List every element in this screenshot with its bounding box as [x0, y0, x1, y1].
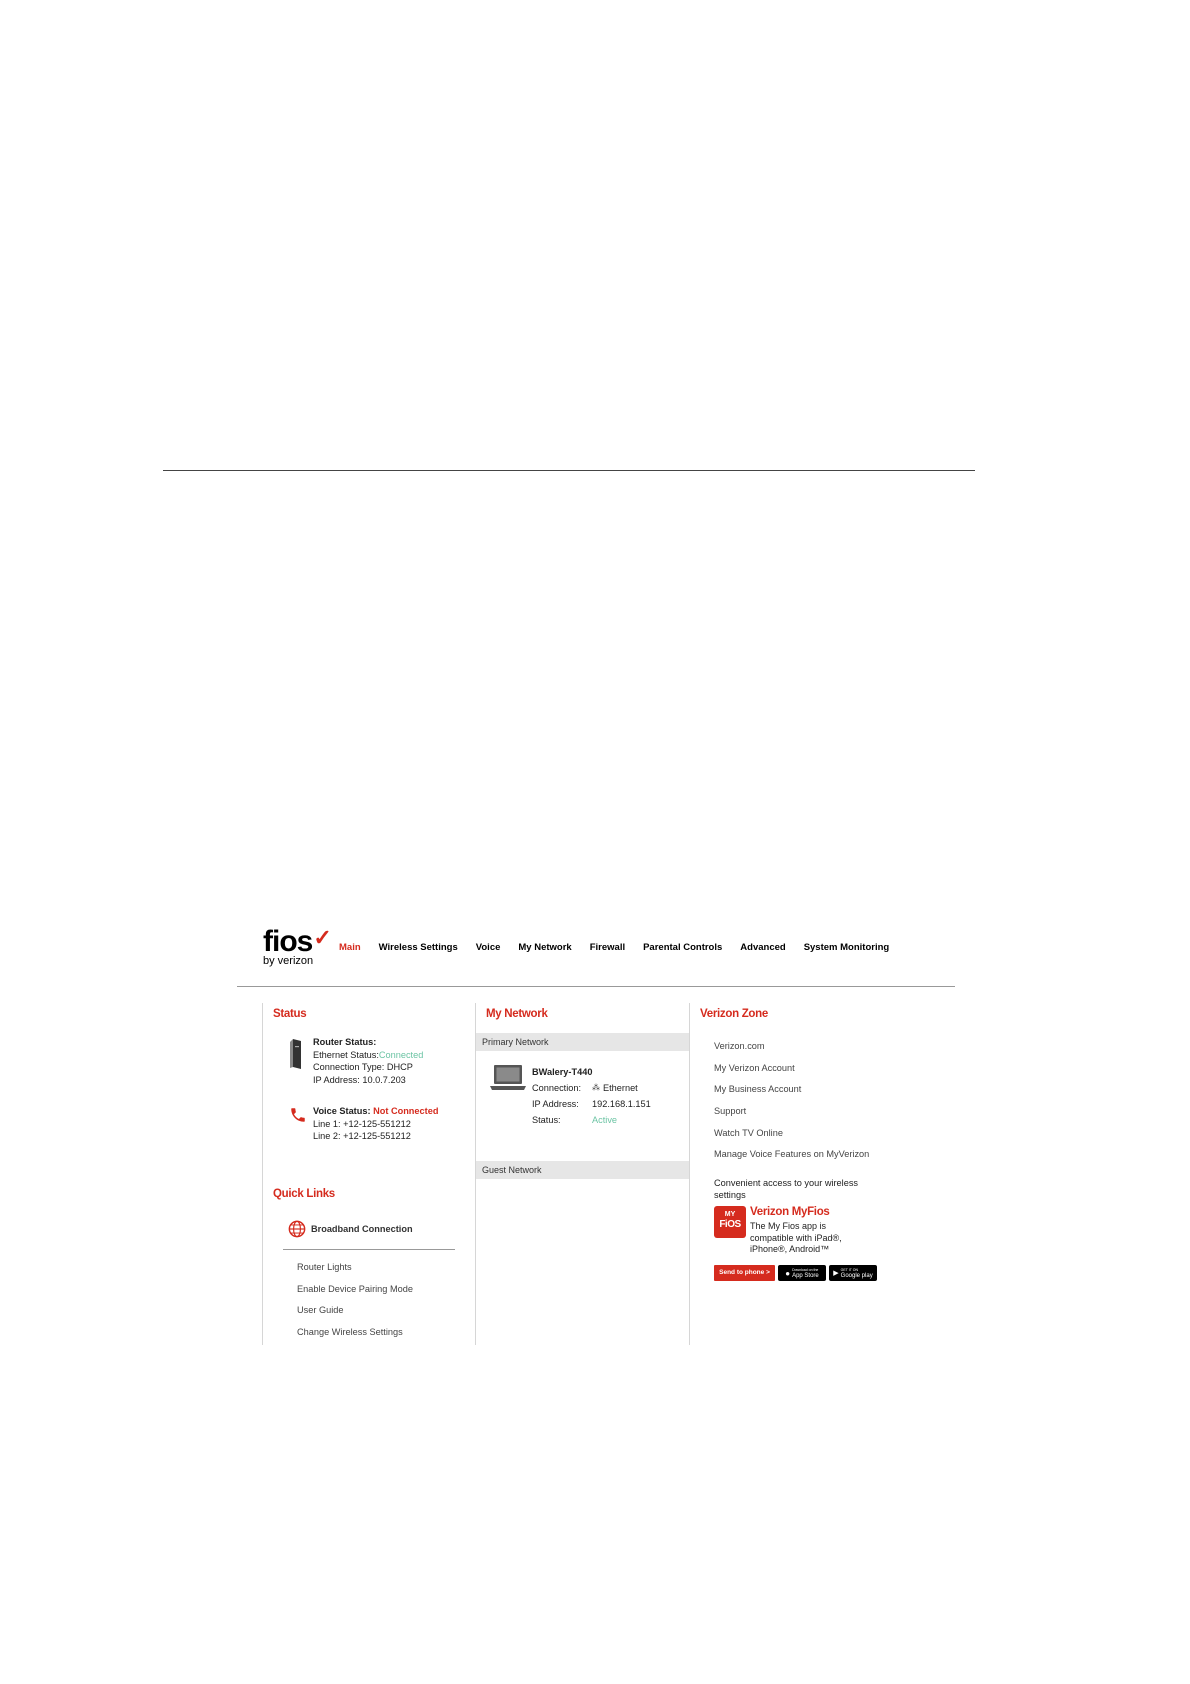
- laptop-icon: [490, 1065, 526, 1090]
- quick-links-list: Router Lights Enable Device Pairing Mode…: [297, 1262, 413, 1348]
- nav-my-network[interactable]: My Network: [518, 942, 571, 953]
- device-connection-label: Connection:: [532, 1083, 582, 1093]
- primary-network-header[interactable]: Primary Network: [476, 1033, 690, 1051]
- nav-wireless-settings[interactable]: Wireless Settings: [379, 942, 458, 953]
- wireless-access-note: Convenient access to your wireless setti…: [714, 1178, 859, 1200]
- nav-main[interactable]: Main: [339, 942, 361, 953]
- header-divider: [237, 986, 955, 987]
- globe-icon: [288, 1220, 306, 1238]
- router-ip-address: IP Address: 10.0.7.203: [313, 1074, 406, 1085]
- vz-link-my-business-account[interactable]: My Business Account: [714, 1084, 869, 1106]
- status-title: Status: [273, 1008, 307, 1020]
- play-icon: ▶: [833, 1270, 839, 1277]
- quick-link-device-pairing[interactable]: Enable Device Pairing Mode: [297, 1284, 413, 1306]
- device-status-value: Active: [592, 1115, 618, 1125]
- page-divider: [163, 470, 975, 471]
- verizon-zone-column: Verizon Zone Verizon.com My Verizon Acco…: [689, 1003, 920, 1345]
- myfios-title: Verizon MyFios: [750, 1206, 830, 1218]
- device-status-label: Status:: [532, 1115, 561, 1125]
- voice-line-2: Line 2: +12-125-551212: [313, 1131, 411, 1141]
- nav-voice[interactable]: Voice: [476, 942, 501, 953]
- router-icon: [290, 1039, 301, 1069]
- vz-link-manage-voice-features[interactable]: Manage Voice Features on MyVerizon: [714, 1149, 869, 1171]
- myfios-badge-bottom: FiOS: [719, 1219, 741, 1230]
- vz-link-watch-tv-online[interactable]: Watch TV Online: [714, 1128, 869, 1150]
- app-download-buttons: Send to phone > ● Download on the App Sto…: [714, 1265, 877, 1281]
- app-store-button[interactable]: ● Download on the App Store: [778, 1265, 826, 1281]
- google-play-button[interactable]: ▶ GET IT ON Google play: [829, 1265, 877, 1281]
- nav-advanced[interactable]: Advanced: [740, 942, 785, 953]
- device-connection-value: Ethernet: [603, 1083, 638, 1093]
- google-play-text: Google play: [840, 1273, 873, 1279]
- broadband-connection-label: Broadband Connection: [311, 1224, 413, 1234]
- guest-network-header[interactable]: Guest Network: [476, 1161, 690, 1179]
- logo-word: fios: [263, 925, 313, 958]
- status-column: Status Router Status: Ethernet Status:Co…: [262, 1003, 476, 1345]
- router-status-label: Router Status:: [313, 1037, 377, 1047]
- apple-icon: ●: [785, 1268, 791, 1278]
- vz-link-support[interactable]: Support: [714, 1106, 869, 1128]
- nav-system-monitoring[interactable]: System Monitoring: [804, 942, 890, 953]
- voice-status-label: Voice Status:: [313, 1106, 371, 1116]
- vz-link-my-verizon-account[interactable]: My Verizon Account: [714, 1063, 869, 1085]
- router-ui-screenshot: fios✓ by verizon Main Wireless Settings …: [237, 915, 957, 1345]
- myfios-badge-top: MY: [724, 1211, 736, 1218]
- vz-link-verizon-com[interactable]: Verizon.com: [714, 1041, 869, 1063]
- connection-type: Connection Type: DHCP: [313, 1062, 413, 1072]
- verizon-zone-title: Verizon Zone: [700, 1008, 768, 1020]
- quick-link-router-lights[interactable]: Router Lights: [297, 1262, 413, 1284]
- nav-parental-controls[interactable]: Parental Controls: [643, 942, 722, 953]
- voice-line-1: Line 1: +12-125-551212: [313, 1118, 411, 1129]
- myfios-app-icon: MY FiOS: [714, 1206, 746, 1238]
- fios-logo[interactable]: fios✓ by verizon: [263, 925, 332, 967]
- verizon-zone-links: Verizon.com My Verizon Account My Busine…: [714, 1041, 869, 1171]
- quick-links-divider: [283, 1249, 455, 1250]
- device-ip-value: 192.168.1.151: [592, 1099, 651, 1109]
- ethernet-status-label: Ethernet Status:: [313, 1049, 379, 1060]
- device-ip-label: IP Address:: [532, 1099, 579, 1109]
- my-network-column: My Network Primary Network BWalery-T440 …: [475, 1003, 690, 1345]
- device-name: BWalery-T440: [532, 1067, 593, 1077]
- my-network-title: My Network: [486, 1008, 548, 1020]
- send-to-phone-button[interactable]: Send to phone >: [714, 1265, 775, 1281]
- phone-icon: [291, 1108, 305, 1122]
- voice-status-value: Not Connected: [373, 1106, 439, 1116]
- nav-firewall[interactable]: Firewall: [590, 942, 625, 953]
- checkmark-icon: ✓: [313, 925, 332, 950]
- main-nav: Main Wireless Settings Voice My Network …: [339, 942, 907, 953]
- quick-links-title: Quick Links: [273, 1188, 335, 1200]
- ethernet-icon: ⁂: [592, 1083, 600, 1092]
- app-store-text: App Store: [792, 1273, 819, 1279]
- ethernet-status-value: Connected: [378, 1049, 424, 1060]
- broadband-connection-link[interactable]: Broadband Connection: [288, 1220, 413, 1238]
- quick-link-user-guide[interactable]: User Guide: [297, 1305, 413, 1327]
- myfios-description: The My Fios app is compatible with iPad®…: [750, 1221, 842, 1254]
- quick-link-change-wireless[interactable]: Change Wireless Settings: [297, 1327, 413, 1349]
